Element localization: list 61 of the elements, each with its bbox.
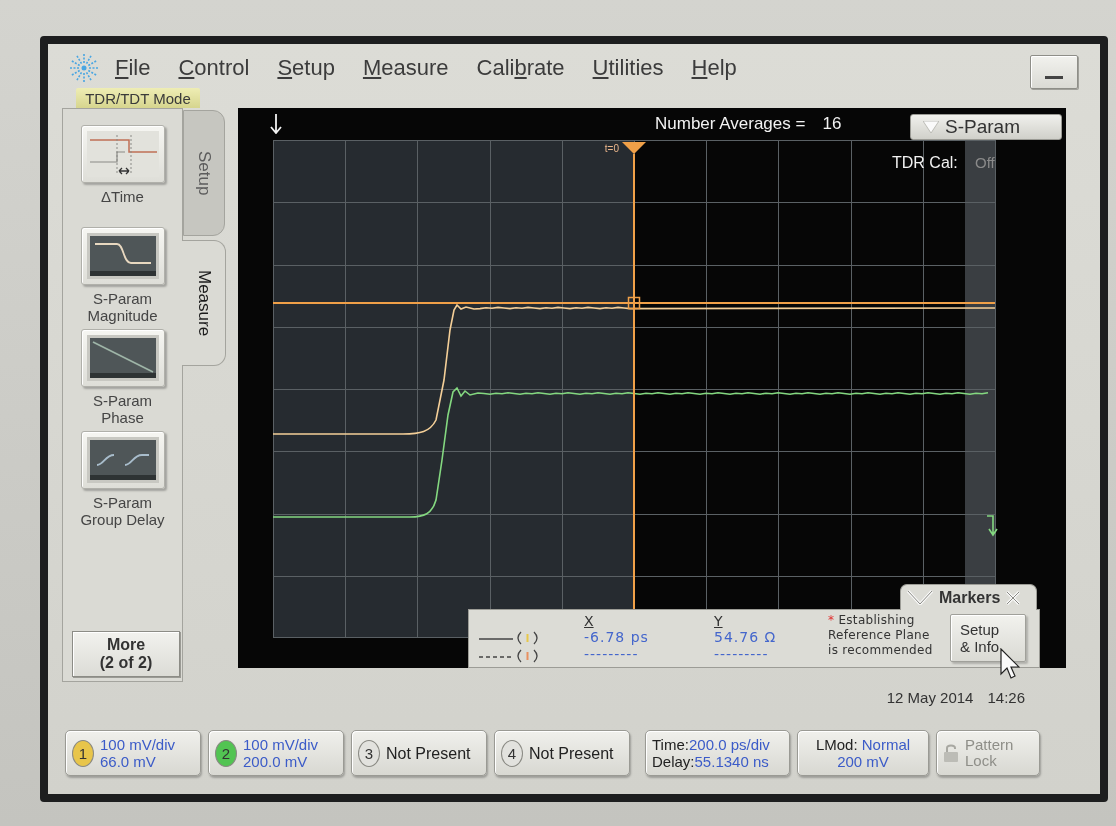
minimize-button[interactable] [1030,55,1078,89]
t0-label: t=0 [604,143,619,154]
marker-value: --------- [584,646,639,663]
tool-label: S-Param Magnitude [87,290,158,324]
tool-label: S-Param Group Delay [80,494,165,528]
time-interval-icon [86,131,159,177]
column-header: Y [714,613,723,629]
tdr-cal-label: TDR Cal: [892,154,958,171]
channel-number-badge: 1 [72,739,94,767]
trigger-marker-icon [622,142,646,154]
close-icon[interactable] [1006,590,1021,605]
triangle-down-icon [923,121,939,133]
tool-label: ΔTime [101,188,144,205]
marker-value: --------- [714,646,769,663]
wave-bumps-icon [86,437,159,483]
timebase-button[interactable]: Time:200.0 ps/div Delay:55.1340 ns [645,730,790,776]
dashed-line-marker-icon [479,649,541,663]
menu-item[interactable]: Control [178,55,250,81]
s-param-button[interactable]: S-Param [910,114,1062,140]
solid-line-marker-icon [479,631,541,645]
starburst-logo-icon [68,52,100,84]
down-arrow-icon [270,114,282,134]
marker-crosshair-icon [627,296,641,310]
setup-info-button[interactable]: Setup & Info [950,614,1026,662]
mode-label: TDR/TDT Mode [76,88,200,108]
step-curve-icon [86,233,159,279]
channel-number-badge: 3 [358,739,380,767]
averages-label: Number Averages = [655,114,806,134]
menu-item[interactable]: Setup [277,55,335,81]
chevron-down-icon[interactable] [907,590,933,605]
side-tab[interactable]: Setup [183,110,225,236]
menu-item[interactable]: Help [691,55,737,81]
padlock-icon [943,743,959,763]
diagonal-line-icon [86,335,159,381]
menu-item[interactable]: Measure [362,55,449,81]
tool-label: S-Param Phase [92,392,153,426]
measure-tool-button[interactable] [80,431,165,489]
tdr-cal-value: Off [975,154,995,171]
side-tab[interactable]: Measure [182,240,226,366]
bent-arrow-icon [986,515,998,537]
more-button[interactable]: More (2 of 2) [72,631,180,677]
channel-button[interactable]: 4 Not Present [494,730,630,776]
menu-item[interactable]: Utilities [592,55,664,81]
lmod-button[interactable]: LMod: Normal 200 mV [797,730,929,776]
minimize-icon [1045,76,1063,79]
averages-value: 16 [822,114,842,134]
marker-value: 54.76 Ω [714,629,777,646]
channel-number-badge: 4 [501,739,523,767]
time-text: 14:26 [987,688,1025,706]
channel-button[interactable]: 3 Not Present [351,730,487,776]
recommendation-note: * Establishing Reference Plane is recommended [828,613,934,658]
channel-number-badge: 2 [215,739,237,767]
marker-value: -6.78 ps [584,629,649,646]
menu-item[interactable]: Calibrate [476,55,565,81]
column-header: X [584,613,594,629]
measure-tool-button[interactable] [80,329,165,387]
measure-tool-button[interactable] [80,227,165,285]
markers-title: Markers [939,588,1001,607]
date-text: 12 May 2014 [886,688,974,706]
pointer-cursor-icon [1000,648,1020,680]
menu-item[interactable]: File [115,55,151,81]
